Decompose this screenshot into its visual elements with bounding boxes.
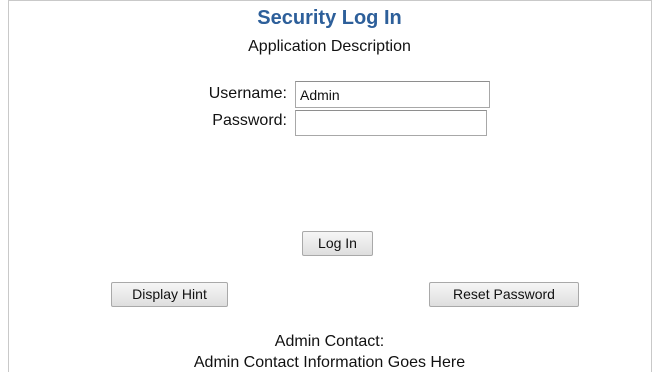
password-label: Password: <box>212 112 287 129</box>
username-label: Username: <box>208 85 287 102</box>
display-hint-button[interactable]: Display Hint <box>111 282 228 307</box>
application-description: Application Description <box>248 38 411 55</box>
page-title: Security Log In <box>257 7 402 29</box>
admin-contact-info: Admin Contact Information Goes Here <box>193 354 466 371</box>
username-input[interactable] <box>295 81 490 108</box>
password-input[interactable] <box>295 110 487 136</box>
login-button[interactable]: Log In <box>302 231 373 256</box>
admin-contact-heading: Admin Contact: <box>274 333 385 350</box>
reset-password-button[interactable]: Reset Password <box>429 282 579 307</box>
